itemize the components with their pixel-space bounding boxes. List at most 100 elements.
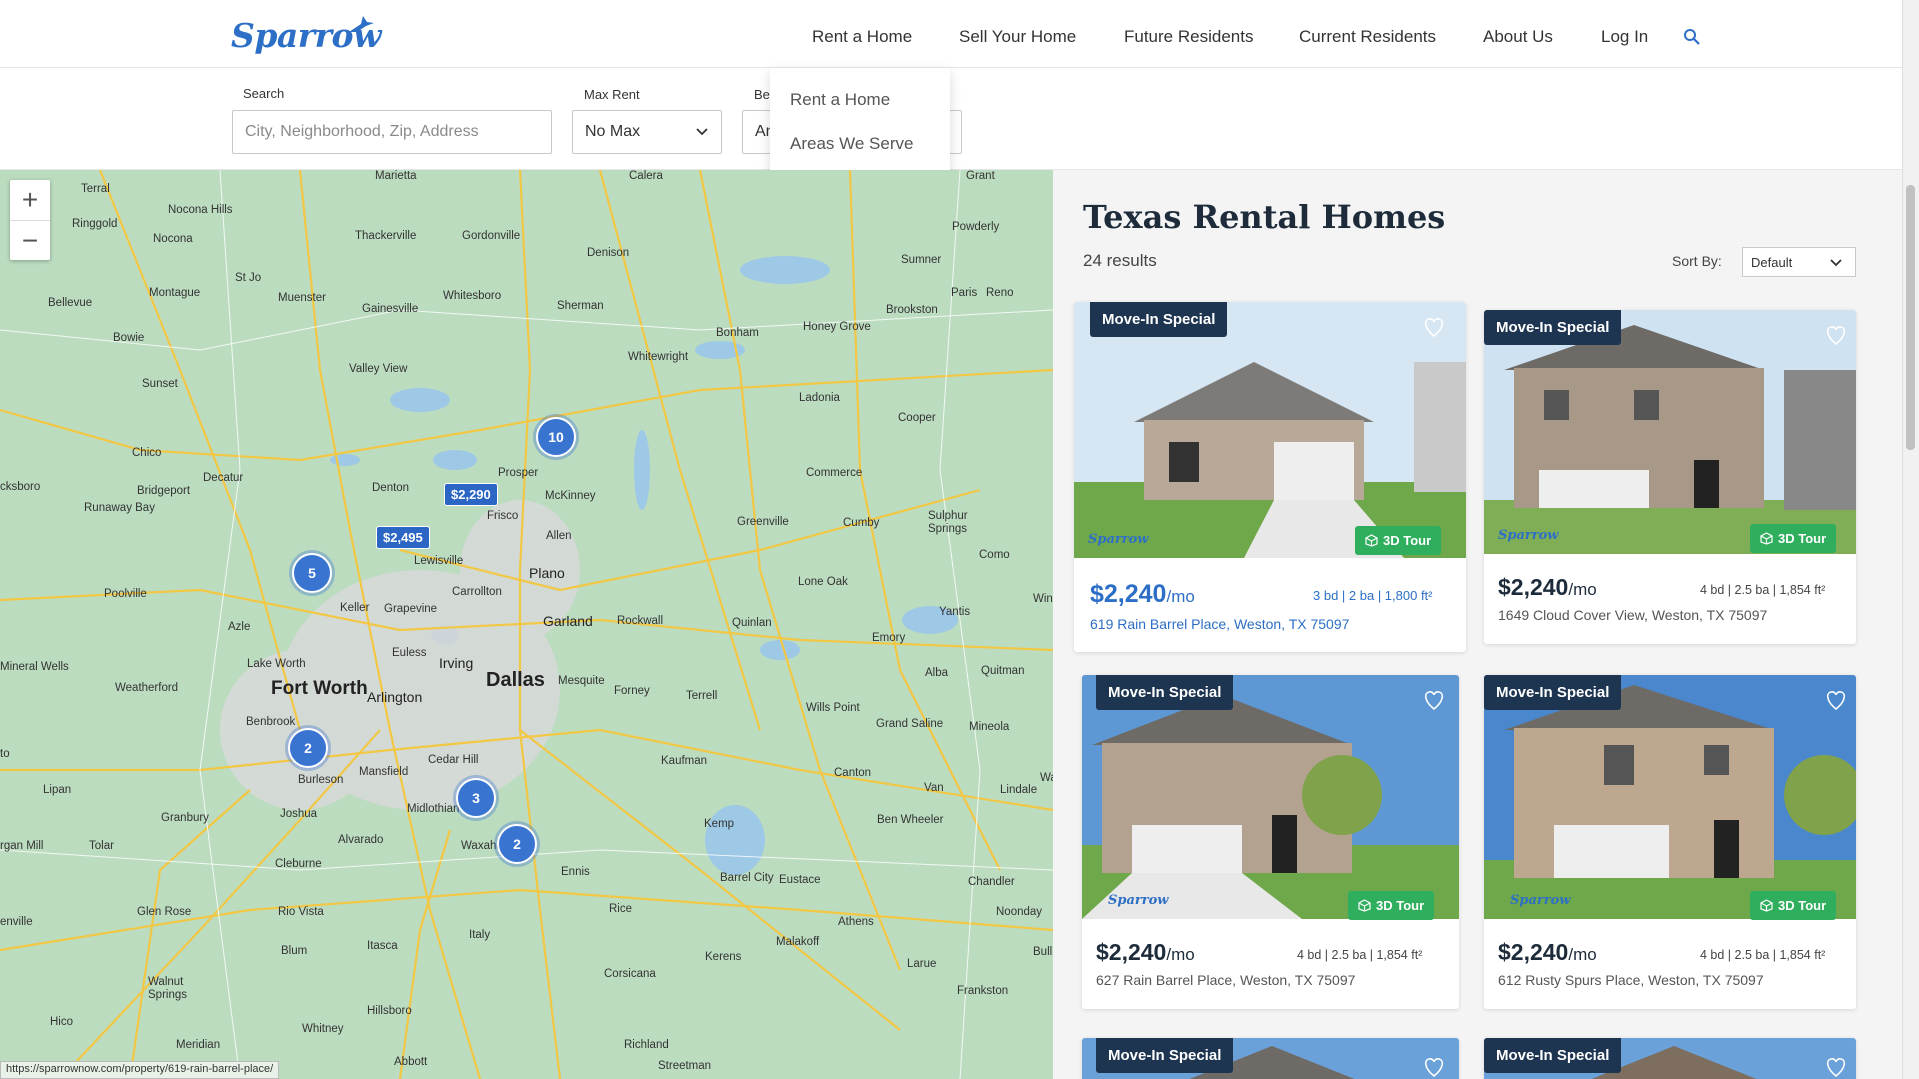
map-label-city: Mineral Wells	[0, 661, 69, 673]
map[interactable]: + − Fort Worth Dallas Arlington Plano Ga…	[0, 170, 1053, 1079]
map-label-city: Denison	[587, 247, 630, 259]
sparrow-logo[interactable]: Sparrow	[231, 16, 381, 55]
max-rent-select[interactable]: No Max	[572, 110, 722, 154]
map-cluster-marker[interactable]: 2	[497, 824, 537, 864]
listing-address[interactable]: 619 Rain Barrel Place, Weston, TX 75097	[1090, 616, 1349, 632]
max-rent-value: No Max	[585, 123, 641, 140]
heart-icon[interactable]	[1824, 1056, 1848, 1078]
3d-tour-button[interactable]: 3D Tour	[1355, 526, 1442, 555]
listings-panel: Texas Rental Homes 24 results Sort By: D…	[1053, 170, 1902, 1079]
nav-future-residents[interactable]: Future Residents	[1124, 27, 1253, 47]
nav-log-in[interactable]: Log In	[1601, 27, 1648, 47]
map-price-pin[interactable]: $2,290	[444, 483, 498, 506]
map-label-city: Azle	[228, 621, 251, 633]
map-label-city: Poolville	[104, 588, 147, 600]
sort-select[interactable]: Default	[1742, 247, 1856, 277]
map-label-city: Prosper	[498, 467, 539, 479]
listing-specs: 4 bd | 2.5 ba | 1,854 ft²	[1700, 948, 1826, 962]
map-label-city: Mesquite	[558, 675, 605, 687]
search-icon[interactable]	[1683, 28, 1701, 46]
map-label-city: Nocona	[153, 233, 193, 245]
map-label-city: Van	[924, 782, 944, 794]
map-label-city: Paris	[951, 287, 978, 299]
map-label-city: Cedar Hill	[428, 754, 479, 766]
3d-tour-button[interactable]: 3D Tour	[1750, 891, 1837, 920]
listing-card[interactable]: Move-In Special Sparrow 3D Tour $2,240/m…	[1074, 302, 1466, 652]
move-in-special-badge: Move-In Special	[1484, 310, 1622, 345]
tour-label: 3D Tour	[1376, 898, 1425, 913]
heart-icon[interactable]	[1824, 324, 1848, 346]
3d-tour-button[interactable]: 3D Tour	[1750, 524, 1837, 553]
filter-bar: Search City, Neighborhood, Zip, Address …	[0, 68, 1902, 170]
map-cluster-marker[interactable]: 10	[536, 417, 576, 457]
map-label-city: Decatur	[203, 472, 244, 484]
map-label-city: Rice	[609, 903, 633, 915]
listing-price: $2,240/mo	[1090, 580, 1195, 609]
heart-icon[interactable]	[1422, 1056, 1446, 1078]
listing-card[interactable]: Move-In Special Sparrow 3D Tour $2,240/m…	[1082, 675, 1459, 1009]
nav-current-residents[interactable]: Current Residents	[1299, 27, 1436, 47]
map-price-pin[interactable]: $2,495	[376, 526, 430, 549]
dropdown-rent-a-home[interactable]: Rent a Home	[790, 90, 890, 110]
search-label: Search	[243, 86, 285, 101]
map-label-city: Arlington	[367, 689, 423, 705]
map-label-city: Grant	[966, 170, 995, 182]
listing-address[interactable]: 1649 Cloud Cover View, Weston, TX 75097	[1498, 607, 1767, 623]
map-label-city: Burleson	[298, 774, 344, 786]
listing-card[interactable]: Move-In Special Sparrow 3D Tour $2,240/m…	[1484, 310, 1856, 644]
house-image	[1082, 675, 1459, 919]
map-label-city: Ben Wheeler	[877, 814, 944, 826]
browser-status-url: https://sparrownow.com/property/619-rain…	[0, 1061, 280, 1079]
map-label-city: Joshua	[280, 808, 318, 820]
listing-price: $2,240/mo	[1498, 574, 1597, 601]
map-label-city: Wills Point	[806, 702, 860, 714]
map-label-city: Noonday	[996, 906, 1043, 918]
map-label-city: Barrel City	[720, 872, 774, 884]
heart-icon[interactable]	[1422, 689, 1446, 711]
map-label-city: Grand Saline	[876, 718, 944, 730]
map-cluster-marker[interactable]: 2	[288, 728, 328, 768]
heart-icon[interactable]	[1422, 316, 1446, 338]
price-period: /mo	[1568, 580, 1597, 599]
nav-about-us[interactable]: About Us	[1483, 27, 1553, 47]
map-label-city: Terrell	[686, 690, 718, 702]
map-label-city: Rockwall	[617, 615, 664, 627]
move-in-special-badge: Move-In Special	[1096, 675, 1234, 710]
listing-card[interactable]: Move-In Special	[1082, 1038, 1459, 1079]
map-label-city: Honey Grove	[803, 321, 871, 333]
listing-address[interactable]: 627 Rain Barrel Place, Weston, TX 75097	[1096, 972, 1355, 988]
listing-specs: 4 bd | 2.5 ba | 1,854 ft²	[1700, 583, 1826, 597]
listing-card[interactable]: Move-In Special	[1484, 1038, 1856, 1079]
3d-tour-button[interactable]: 3D Tour	[1348, 891, 1435, 920]
map-label-city: Tolar	[89, 840, 114, 852]
page-scrollbar[interactable]	[1902, 0, 1919, 1079]
sparrow-watermark: Sparrow	[1510, 893, 1571, 908]
listing-address[interactable]: 612 Rusty Spurs Place, Weston, TX 75097	[1498, 972, 1764, 988]
map-label-city: rgan Mill	[0, 840, 44, 852]
house-photo	[1082, 675, 1459, 919]
scrollbar-thumb[interactable]	[1906, 185, 1915, 450]
map-label-city: Euless	[392, 647, 427, 659]
nav-rent-a-home[interactable]: Rent a Home	[812, 27, 912, 47]
house-photo	[1074, 302, 1466, 558]
map-label-city: Como	[979, 549, 1010, 561]
move-in-special-badge: Move-In Special	[1096, 1038, 1234, 1073]
map-label-city: Glen Rose	[137, 906, 192, 918]
search-input[interactable]: City, Neighborhood, Zip, Address	[232, 110, 552, 154]
map-label-city: Frisco	[487, 510, 519, 522]
map-label-city: Montague	[149, 287, 201, 299]
listing-card[interactable]: Move-In Special Sparrow 3D Tour $2,240/m…	[1484, 675, 1856, 1009]
map-label-city: Commerce	[806, 467, 863, 479]
heart-icon[interactable]	[1824, 689, 1848, 711]
zoom-in-button[interactable]: +	[10, 180, 50, 220]
cube-icon	[1760, 532, 1773, 545]
nav-sell-your-home[interactable]: Sell Your Home	[959, 27, 1076, 47]
dropdown-areas-we-serve[interactable]: Areas We Serve	[790, 134, 913, 154]
tour-label: 3D Tour	[1778, 898, 1827, 913]
map-cluster-marker[interactable]: 3	[456, 778, 496, 818]
map-label-city: Whitewright	[628, 351, 689, 363]
map-cluster-marker[interactable]: 5	[292, 553, 332, 593]
map-label-city: Allen	[546, 530, 572, 542]
map-label-city: Granbury	[161, 812, 209, 824]
zoom-out-button[interactable]: −	[10, 220, 50, 260]
